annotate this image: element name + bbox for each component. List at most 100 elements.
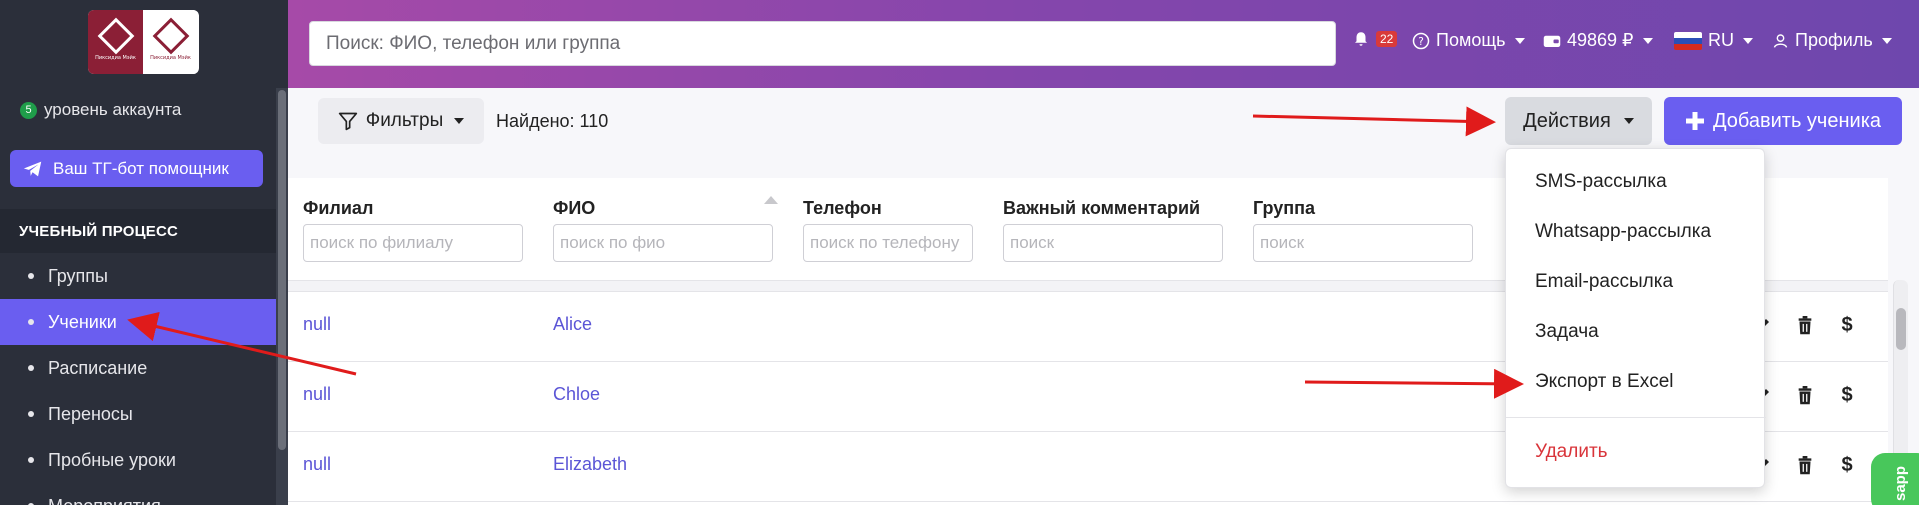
filters-label: Фильтры <box>365 110 444 131</box>
level-badge: 5 <box>20 101 37 119</box>
chevron-down-icon <box>1881 37 1892 44</box>
trash-icon[interactable] <box>1795 384 1815 406</box>
row-actions: $ <box>1753 384 1857 406</box>
chevron-down-icon <box>1623 118 1634 124</box>
actions-dropdown: SMS-рассылка Whatsapp-рассылка Email-рас… <box>1505 148 1766 488</box>
branch-search-input[interactable] <box>303 224 523 262</box>
dollar-icon[interactable]: $ <box>1837 314 1857 336</box>
sidebar: Пиксидиа Мэйк Пиксидиа Мэйк 5 уровень ак… <box>0 0 288 505</box>
column-header-group[interactable]: Группа <box>1253 198 1315 219</box>
language-menu[interactable]: RU <box>1674 30 1753 51</box>
logo-mark-light: Пиксидиа Мэйк <box>143 10 198 74</box>
actions-button[interactable]: Действия <box>1505 97 1652 145</box>
comment-search-input[interactable] <box>1003 224 1223 262</box>
filters-button[interactable]: Фильтры <box>318 98 484 144</box>
column-header-name[interactable]: ФИО <box>553 198 595 219</box>
menu-item-delete[interactable]: Удалить <box>1506 427 1766 477</box>
sidebar-item-students[interactable]: Ученики <box>0 299 276 345</box>
menu-item-whatsapp[interactable]: Whatsapp-рассылка <box>1506 207 1766 257</box>
russia-flag-icon <box>1674 31 1702 50</box>
bullet-icon <box>28 365 34 371</box>
filter-icon <box>338 112 357 131</box>
chevron-down-icon <box>1642 37 1653 44</box>
logo-mark-dark: Пиксидиа Мэйк <box>88 10 143 74</box>
account-level[interactable]: 5 уровень аккаунта <box>20 100 181 120</box>
group-search-input[interactable] <box>1253 224 1473 262</box>
language-label: RU <box>1708 30 1734 50</box>
profile-menu[interactable]: Профиль <box>1772 30 1892 51</box>
divider <box>1506 417 1766 418</box>
wallet-icon <box>1543 35 1561 47</box>
table-scroll-thumb[interactable] <box>1896 308 1906 350</box>
branch-link[interactable]: null <box>303 384 331 405</box>
column-header-comment[interactable]: Важный комментарий <box>1003 198 1200 219</box>
notifications-badge: 22 <box>1376 31 1398 47</box>
row-actions: $ <box>1753 454 1857 476</box>
branch-link[interactable]: null <box>303 314 331 335</box>
toolbar: Фильтры Найдено: 110 Действия Добавить у… <box>288 88 1919 154</box>
dollar-icon[interactable]: $ <box>1837 384 1857 406</box>
question-circle-icon: ? <box>1412 32 1430 49</box>
sidebar-nav: Группы Ученики Расписание Переносы Пробн… <box>0 253 276 505</box>
sidebar-item-label: Пробные уроки <box>48 449 176 470</box>
column-header-branch[interactable]: Филиал <box>303 198 373 219</box>
dollar-icon[interactable]: $ <box>1837 454 1857 476</box>
sidebar-item-transfers[interactable]: Переносы <box>0 391 276 437</box>
sidebar-item-schedule[interactable]: Расписание <box>0 345 276 391</box>
trash-icon[interactable] <box>1795 454 1815 476</box>
student-name-link[interactable]: Alice <box>553 314 592 335</box>
chevron-down-icon <box>454 118 465 124</box>
plus-icon <box>1685 112 1704 130</box>
section-title: УЧЕБНЫЙ ПРОЦЕСС <box>0 209 276 253</box>
sidebar-item-label: Ученики <box>48 311 117 332</box>
account-level-label: уровень аккаунта <box>44 100 182 119</box>
trash-icon[interactable] <box>1795 314 1815 336</box>
bullet-icon <box>28 457 34 463</box>
top-bar: 22 ? Помощь 49869 ₽ RU Профиль <box>288 0 1919 88</box>
name-search-input[interactable] <box>553 224 773 262</box>
tg-bot-label: Ваш ТГ-бот помощник <box>53 158 229 178</box>
phone-search-input[interactable] <box>803 224 973 262</box>
help-menu[interactable]: ? Помощь <box>1412 30 1525 51</box>
svg-text:?: ? <box>1418 35 1424 47</box>
menu-item-sms[interactable]: SMS-рассылка <box>1506 157 1766 207</box>
telegram-icon <box>23 161 42 176</box>
balance-menu[interactable]: 49869 ₽ <box>1543 30 1653 51</box>
bell-icon <box>1355 32 1367 46</box>
sidebar-item-groups[interactable]: Группы <box>0 253 276 299</box>
row-actions: $ <box>1753 314 1857 336</box>
branch-link[interactable]: null <box>303 454 331 475</box>
sidebar-item-trial-lessons[interactable]: Пробные уроки <box>0 437 276 483</box>
logo-caption: Пиксидиа Мэйк <box>95 55 136 61</box>
sidebar-item-label: Расписание <box>48 357 148 378</box>
bullet-icon <box>28 319 34 325</box>
bullet-icon <box>28 411 34 417</box>
chevron-down-icon <box>1514 37 1525 44</box>
whatsapp-chat-button[interactable]: sapp <box>1871 453 1919 505</box>
logo[interactable]: Пиксидиа Мэйк Пиксидиа Мэйк <box>88 10 199 74</box>
whatsapp-tab-label: sapp <box>1892 465 1910 501</box>
menu-item-export-excel[interactable]: Экспорт в Excel <box>1506 357 1766 407</box>
sidebar-item-label: Группы <box>48 265 108 286</box>
tg-bot-button[interactable]: Ваш ТГ-бот помощник <box>10 150 263 187</box>
student-name-link[interactable]: Elizabeth <box>553 454 627 475</box>
actions-label: Действия <box>1523 109 1611 132</box>
menu-item-task[interactable]: Задача <box>1506 307 1766 357</box>
sidebar-item-events[interactable]: Мероприятия <box>0 483 276 505</box>
profile-label: Профиль <box>1795 30 1873 50</box>
balance-label: 49869 ₽ <box>1567 30 1634 50</box>
sort-asc-icon[interactable] <box>764 196 778 204</box>
menu-item-email[interactable]: Email-рассылка <box>1506 257 1766 307</box>
sidebar-scrollbar[interactable] <box>276 88 288 505</box>
notifications-button[interactable]: 22 <box>1352 30 1398 48</box>
column-header-phone[interactable]: Телефон <box>803 198 882 219</box>
user-icon <box>1773 33 1788 48</box>
search-input[interactable] <box>309 21 1336 66</box>
sidebar-item-label: Переносы <box>48 403 133 424</box>
student-name-link[interactable]: Chloe <box>553 384 600 405</box>
help-label: Помощь <box>1436 30 1506 50</box>
sidebar-scroll-thumb[interactable] <box>278 90 286 450</box>
add-student-label: Добавить ученика <box>1712 109 1882 132</box>
bullet-icon <box>28 273 34 279</box>
add-student-button[interactable]: Добавить ученика <box>1664 97 1902 145</box>
